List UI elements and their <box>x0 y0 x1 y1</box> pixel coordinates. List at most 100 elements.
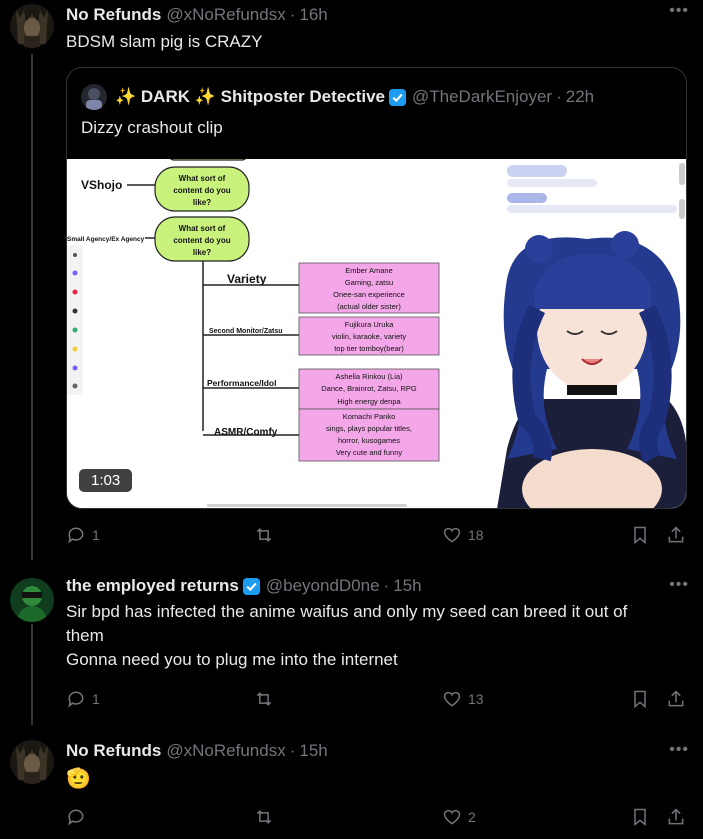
like-button[interactable]: 2 <box>442 807 476 827</box>
svg-text:Gaming, zatsu: Gaming, zatsu <box>345 278 393 287</box>
reply-button[interactable] <box>66 807 92 827</box>
timestamp[interactable]: 22h <box>566 87 594 107</box>
svg-text:Komachi Panko: Komachi Panko <box>343 412 396 421</box>
share-icon <box>668 526 684 543</box>
timestamp[interactable]: 16h <box>299 5 327 25</box>
share-button[interactable] <box>666 807 686 827</box>
svg-text:Very cute and funny: Very cute and funny <box>336 448 403 457</box>
tweet-2[interactable]: the employed returns @beyondD0ne · 15h •… <box>0 560 703 725</box>
retweet-icon <box>256 692 272 706</box>
tweet-header: No Refunds @xNoRefundsx · 15h <box>66 741 328 761</box>
user-handle[interactable]: @beyondD0ne <box>266 576 380 596</box>
separator-dot: · <box>383 576 390 595</box>
vtuber-character <box>497 231 686 508</box>
retweet-button[interactable] <box>254 689 280 709</box>
svg-text:What sort of: What sort of <box>179 224 226 233</box>
bookmark-button[interactable] <box>630 807 650 827</box>
tweet-text-line: Sir bpd has infected the anime waifus an… <box>66 602 628 621</box>
svg-text:Ashelia Rinkou (Lia): Ashelia Rinkou (Lia) <box>335 372 403 381</box>
branch-second-monitor: Second Monitor/Zatsu <box>209 328 283 335</box>
verified-badge-icon <box>242 577 260 595</box>
tweet-text-line: them <box>66 626 104 645</box>
svg-text:like?: like? <box>193 198 211 207</box>
svg-text:content do you: content do you <box>173 236 230 245</box>
label-small-agency: Small Agency/Ex Agency <box>67 236 145 243</box>
display-name[interactable]: ✨ DARK ✨ Shitposter Detective <box>115 87 385 107</box>
timestamp[interactable]: 15h <box>299 741 327 761</box>
video-player[interactable]: VShojo Small Agency/Ex Agency What sort … <box>67 159 686 508</box>
more-options-icon[interactable]: ••• <box>669 741 689 759</box>
avatar[interactable] <box>81 84 107 110</box>
action-bar: 2 <box>66 807 691 831</box>
bookmark-button[interactable] <box>630 525 650 545</box>
share-icon <box>668 690 684 707</box>
avatar[interactable] <box>10 4 54 48</box>
share-button[interactable] <box>666 689 686 709</box>
reply-icon <box>68 809 84 826</box>
avatar[interactable] <box>10 740 54 784</box>
share-icon <box>668 808 684 825</box>
timestamp[interactable]: 15h <box>393 576 421 596</box>
more-options-icon[interactable]: ••• <box>669 576 689 594</box>
retweet-button[interactable] <box>254 525 280 545</box>
user-handle[interactable]: @xNoRefundsx <box>166 741 285 761</box>
tweet-text: 🫡 <box>66 768 91 790</box>
bookmark-icon <box>634 808 646 827</box>
more-options-icon[interactable]: ••• <box>669 2 689 20</box>
action-bar: 1 18 <box>66 525 691 549</box>
reply-icon <box>68 527 84 544</box>
heart-icon <box>443 691 461 707</box>
tweet-header: No Refunds @xNoRefundsx · 16h <box>66 5 328 25</box>
quote-text: Dizzy crashout clip <box>81 118 223 137</box>
video-duration: 1:03 <box>79 469 133 492</box>
like-count: 18 <box>468 527 484 543</box>
reply-count: 1 <box>92 527 100 543</box>
svg-text:High energy denpa: High energy denpa <box>337 397 401 406</box>
like-count: 13 <box>468 691 484 707</box>
action-bar: 1 13 <box>66 689 691 713</box>
like-button[interactable]: 13 <box>442 689 484 709</box>
svg-text:content do you: content do you <box>173 186 230 195</box>
quoted-tweet[interactable]: ✨ DARK ✨ Shitposter Detective @TheDarkEn… <box>66 67 687 509</box>
svg-text:horror, kusogames: horror, kusogames <box>338 436 400 445</box>
share-button[interactable] <box>666 525 686 545</box>
branch-performance: Performance/Idol <box>207 378 276 388</box>
tweet-3[interactable]: No Refunds @xNoRefundsx · 15h ••• 🫡 2 <box>0 725 703 839</box>
thread-line <box>31 54 33 560</box>
verified-badge-icon <box>388 88 407 106</box>
reply-button[interactable]: 1 <box>66 525 100 545</box>
user-handle[interactable]: @xNoRefundsx <box>166 5 285 25</box>
branch-variety: Variety <box>227 272 267 286</box>
retweet-button[interactable] <box>254 807 280 827</box>
svg-text:violin, karaoke, variety: violin, karaoke, variety <box>332 332 406 341</box>
display-name[interactable]: No Refunds <box>66 741 161 761</box>
tweet-1[interactable]: No Refunds @xNoRefundsx · 16h ••• BDSM s… <box>0 0 703 560</box>
separator-dot: · <box>289 5 296 24</box>
display-name[interactable]: the employed returns <box>66 576 239 596</box>
svg-text:(actual older sister): (actual older sister) <box>337 302 401 311</box>
svg-text:Dance, Brainrot, Zatsu, RPG: Dance, Brainrot, Zatsu, RPG <box>321 384 417 393</box>
like-count: 2 <box>468 809 476 825</box>
branch-asmr: ASMR/Comfy <box>214 427 278 438</box>
svg-text:like?: like? <box>193 248 211 257</box>
tweet-text: Sir bpd has infected the anime waifus an… <box>66 600 691 672</box>
reply-button[interactable]: 1 <box>66 689 100 709</box>
avatar[interactable] <box>10 578 54 622</box>
reply-icon <box>68 691 84 708</box>
thread-line <box>31 624 33 725</box>
quote-header: ✨ DARK ✨ Shitposter Detective @TheDarkEn… <box>81 84 594 110</box>
label-vshojo: VShojo <box>81 178 122 192</box>
bookmark-icon <box>634 526 646 545</box>
retweet-icon <box>256 810 272 824</box>
tweet-text-line: Gonna need you to plug me into the inter… <box>66 650 398 669</box>
bookmark-button[interactable] <box>630 689 650 709</box>
user-handle[interactable]: @TheDarkEnjoyer <box>412 87 552 107</box>
toolbar <box>67 245 83 395</box>
like-button[interactable]: 18 <box>442 525 484 545</box>
reply-count: 1 <box>92 691 100 707</box>
display-name[interactable]: No Refunds <box>66 5 161 25</box>
svg-text:top tier tomboy(bear): top tier tomboy(bear) <box>334 344 404 353</box>
bookmark-icon <box>634 690 646 709</box>
tweet-header: the employed returns @beyondD0ne · 15h <box>66 576 422 596</box>
heart-icon <box>443 527 461 543</box>
